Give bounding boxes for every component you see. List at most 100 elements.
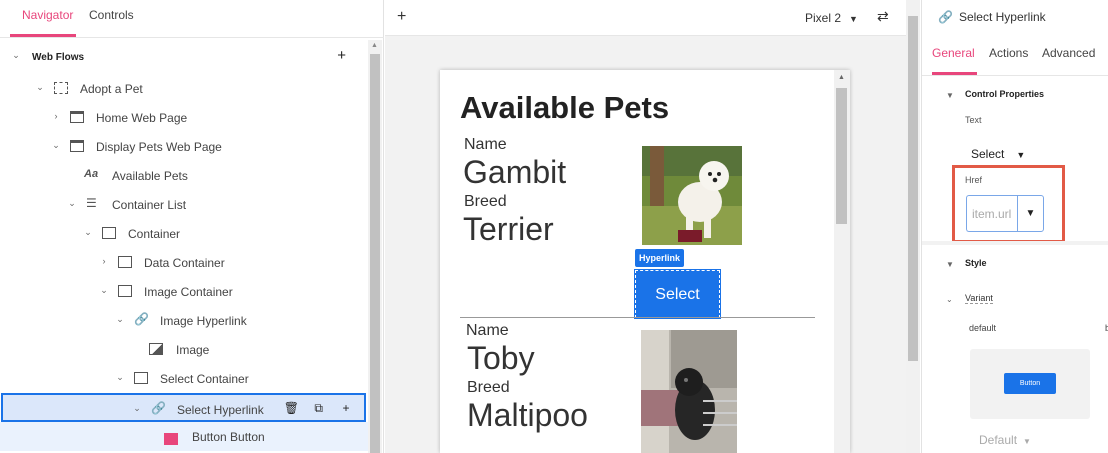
pet-breed-label: Breed <box>467 379 510 396</box>
tree-item-container-list[interactable]: ⌄ ☰ Container List <box>0 190 368 219</box>
page-icon <box>70 140 84 152</box>
page-title: Available Pets <box>460 90 670 125</box>
select-button[interactable]: Select <box>634 269 721 319</box>
tree-item-label: Container List <box>112 198 187 212</box>
chevron-down-icon[interactable]: ▼ <box>946 260 954 269</box>
list-icon: ☰ <box>86 196 97 210</box>
pet-photo[interactable] <box>642 146 742 245</box>
scroll-up-icon[interactable]: ▲ <box>838 74 845 81</box>
add-child-icon[interactable]: + <box>338 401 354 415</box>
caret-down-icon: ▼ <box>1016 150 1026 160</box>
add-flow-button[interactable]: + <box>337 47 346 64</box>
canvas-scrollbar[interactable] <box>906 0 920 453</box>
tree-item-label: Image Hyperlink <box>160 314 247 328</box>
scrollbar-thumb[interactable] <box>370 54 380 453</box>
tree-item-image-hyperlink[interactable]: ⌄ 🔗 Image Hyperlink <box>0 306 368 335</box>
scrollbar-thumb[interactable] <box>908 16 918 361</box>
link-icon: 🔗 <box>151 401 166 415</box>
properties-panel: 🔗 Select Hyperlink General Actions Advanc… <box>921 0 1108 453</box>
tree-item-label: Select Container <box>160 372 249 386</box>
chevron-down-icon[interactable]: ⌄ <box>51 140 61 150</box>
tree-item-label: Image <box>176 343 210 357</box>
tree-item-image[interactable]: Image <box>0 335 368 364</box>
chevron-right-icon[interactable]: › <box>51 111 61 121</box>
variant-preview-card[interactable]: Button <box>970 349 1090 419</box>
pet-breed: Terrier <box>463 211 554 247</box>
chevron-down-icon[interactable]: ⌄ <box>115 314 125 324</box>
tab-navigator[interactable]: Navigator <box>22 8 73 22</box>
tree-item-label: Available Pets <box>112 169 188 183</box>
tab-advanced[interactable]: Advanced <box>1042 46 1095 60</box>
text-icon: Aa <box>84 168 99 180</box>
active-tab-indicator <box>932 72 977 75</box>
scrollbar-thumb[interactable] <box>836 88 847 224</box>
text-select-value: Select <box>971 147 1005 161</box>
scroll-up-icon[interactable]: ▲ <box>371 42 378 49</box>
variant-preview-button: Button <box>1004 373 1056 394</box>
tree-item-label: Container <box>128 227 181 241</box>
caret-down-icon: ▼ <box>849 14 858 24</box>
tree-item-button-button[interactable]: Button Button <box>0 422 368 451</box>
chevron-down-icon[interactable]: ⌄ <box>115 372 125 382</box>
tree-item-select-container[interactable]: ⌄ Select Container <box>0 364 368 393</box>
container-icon <box>134 372 148 384</box>
row-actions: 🗑 ⧉ + <box>275 401 354 416</box>
chevron-down-icon[interactable]: ⌄ <box>132 403 142 413</box>
device-preview: Available Pets Name Gambit Breed Terrier… <box>440 70 850 453</box>
variant-label: Variant <box>965 293 993 304</box>
variant-select-value: Default <box>979 433 1018 447</box>
section-separator <box>922 241 1108 245</box>
tree-item-data-container[interactable]: › Data Container <box>0 248 368 277</box>
href-input[interactable]: item.url <box>966 195 1018 232</box>
tree-item-label: Data Container <box>144 256 225 270</box>
tree-item-label: Display Pets Web Page <box>96 140 222 154</box>
tree-item-available-pets[interactable]: Aa Available Pets <box>0 161 368 190</box>
pet-breed-label: Breed <box>464 193 507 210</box>
tree-item-home-web-page[interactable]: › Home Web Page <box>0 103 368 132</box>
variant-select[interactable]: Default ▼ <box>979 433 1031 447</box>
text-select[interactable]: Select ▼ <box>971 147 1025 161</box>
properties-tabs: General Actions Advanced <box>922 38 1108 76</box>
chevron-right-icon[interactable]: › <box>99 256 109 266</box>
chevron-down-icon[interactable]: ⌄ <box>99 285 109 295</box>
copy-icon[interactable]: ⧉ <box>311 401 327 416</box>
pet-name-label: Name <box>464 136 507 153</box>
tree-item-label: Select Hyperlink <box>177 403 264 417</box>
rotate-icon[interactable]: ⇄ <box>877 8 889 25</box>
tree-item-display-pets-web-page[interactable]: ⌄ Display Pets Web Page <box>0 132 368 161</box>
tab-general[interactable]: General <box>932 46 975 60</box>
container-icon <box>118 285 132 297</box>
style-heading: Style <box>965 258 987 268</box>
pet-name: Toby <box>467 340 535 376</box>
chevron-down-icon[interactable]: ▼ <box>946 91 954 100</box>
navigator-tree: ⌄ Web Flows + ⌄ Adopt a Pet › Home Web P… <box>0 40 368 453</box>
properties-title-label: Select Hyperlink <box>958 10 1046 24</box>
preview-scrollbar[interactable]: ▲ <box>834 70 850 453</box>
tree-item-container[interactable]: ⌄ Container <box>0 219 368 248</box>
chevron-down-icon[interactable]: ⌄ <box>11 50 21 60</box>
container-icon <box>118 256 132 268</box>
tree-item-select-hyperlink[interactable]: ⌄ 🔗 Select Hyperlink 🗑 ⧉ + <box>1 393 366 422</box>
navigator-scrollbar[interactable]: ▲ <box>368 40 382 453</box>
tree-item-adopt-a-pet[interactable]: ⌄ Adopt a Pet <box>0 74 368 103</box>
page-icon <box>70 111 84 123</box>
device-selector[interactable]: Pixel 2 ▼ <box>805 11 858 25</box>
tree-root-web-flows[interactable]: ⌄ Web Flows + <box>0 42 368 71</box>
chevron-down-icon[interactable]: ⌄ <box>83 227 93 237</box>
flow-icon <box>54 82 68 94</box>
pet-divider <box>460 317 815 318</box>
chevron-down-icon[interactable]: ⌄ <box>35 82 45 92</box>
delete-icon[interactable]: 🗑 <box>283 401 299 415</box>
href-dropdown-button[interactable]: ▼ <box>1017 195 1044 232</box>
chevron-down-icon[interactable]: ⌄ <box>67 198 77 208</box>
dog-photo-image <box>641 330 737 453</box>
link-icon: 🔗 <box>938 10 953 24</box>
tab-controls[interactable]: Controls <box>89 8 134 22</box>
add-page-button[interactable]: + <box>397 8 406 26</box>
pet-photo[interactable] <box>641 330 737 453</box>
tab-actions[interactable]: Actions <box>989 46 1028 60</box>
button-icon <box>164 433 178 445</box>
chevron-down-icon[interactable]: ⌄ <box>946 295 953 304</box>
tree-item-image-container[interactable]: ⌄ Image Container <box>0 277 368 306</box>
image-icon <box>149 343 163 355</box>
